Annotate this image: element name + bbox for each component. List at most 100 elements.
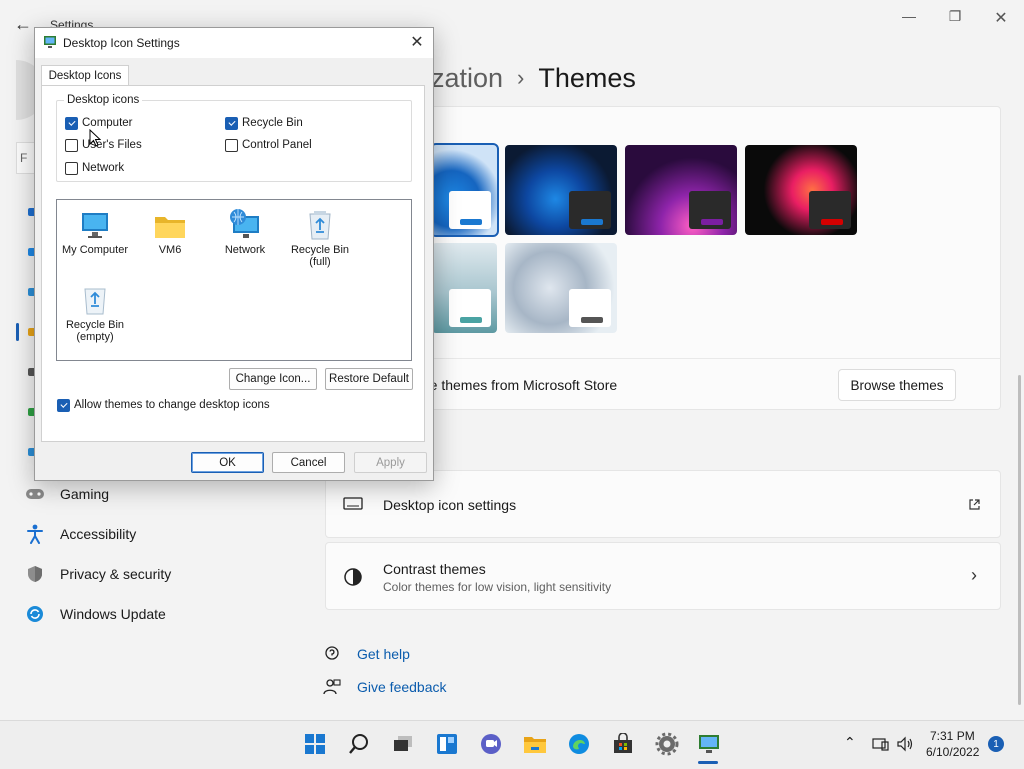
- shield-icon: [24, 563, 46, 585]
- chevron-up-icon[interactable]: ⌃: [844, 734, 856, 751]
- icon-label: My Computer: [61, 244, 129, 256]
- checkbox-label: Recycle Bin: [242, 117, 303, 129]
- clock-date[interactable]: 6/10/2022: [926, 745, 979, 759]
- breadcrumb-parent[interactable]: ization: [425, 63, 503, 94]
- windows-update-icon: [24, 603, 46, 625]
- checkbox-users-files[interactable]: User's Files: [65, 137, 142, 153]
- recycle-bin-empty-icon: [55, 281, 135, 315]
- recycle-bin-full-icon: [280, 206, 360, 240]
- task-view-icon[interactable]: [390, 731, 416, 757]
- group-label: Desktop icons: [64, 94, 143, 106]
- search-icon[interactable]: [346, 731, 372, 757]
- dialog-app-icon: [44, 36, 56, 48]
- chat-icon[interactable]: [478, 731, 504, 757]
- icon-item-recycle-bin-empty[interactable]: Recycle Bin (empty): [55, 281, 135, 343]
- icon-label: Recycle Bin (empty): [65, 319, 125, 344]
- sidebar-item-accessibility[interactable]: Accessibility: [24, 516, 314, 552]
- desktop-icon-settings-taskbar-icon[interactable]: [696, 731, 722, 757]
- checkbox-recycle-bin[interactable]: Recycle Bin: [225, 115, 303, 131]
- theme-thumbnail[interactable]: [505, 145, 617, 235]
- accessibility-icon: [24, 523, 46, 545]
- restore-button[interactable]: ❐: [932, 8, 978, 28]
- row-subtitle: Color themes for low vision, light sensi…: [383, 580, 612, 594]
- start-icon[interactable]: [302, 731, 328, 757]
- tab-desktop-icons[interactable]: Desktop Icons: [41, 65, 129, 86]
- get-help-link[interactable]: Get help: [357, 646, 410, 662]
- close-button[interactable]: ✕: [978, 8, 1024, 28]
- theme-accent-bar: [460, 219, 482, 225]
- browse-themes-button[interactable]: Browse themes: [838, 369, 956, 401]
- icon-item-my-computer[interactable]: My Computer: [55, 206, 135, 256]
- checkbox-control-panel[interactable]: Control Panel: [225, 137, 312, 153]
- checkbox-label: Allow themes to change desktop icons: [74, 399, 270, 411]
- external-link-icon: [969, 499, 980, 510]
- sidebar-item-privacy[interactable]: Privacy & security: [24, 556, 314, 592]
- icon-item-vm6[interactable]: VM6: [130, 206, 210, 256]
- theme-thumbnail[interactable]: [505, 243, 617, 333]
- checkbox-box[interactable]: [225, 138, 238, 152]
- theme-accent-bar: [821, 219, 843, 225]
- sidebar-item-label: Accessibility: [60, 526, 137, 542]
- scrollbar[interactable]: [1018, 375, 1021, 705]
- sidebar-item-gaming[interactable]: Gaming: [24, 476, 314, 512]
- sidebar-item-label: Gaming: [60, 486, 110, 502]
- restore-default-button[interactable]: Restore Default: [325, 368, 413, 390]
- contrast-icon: [344, 568, 362, 586]
- edge-icon[interactable]: [566, 731, 592, 757]
- help-icon: [325, 646, 339, 660]
- checkbox-allow-themes[interactable]: Allow themes to change desktop icons: [57, 397, 270, 413]
- settings-gear-icon[interactable]: [654, 731, 680, 757]
- theme-accent-bar: [581, 219, 603, 225]
- icon-label: Network: [224, 244, 266, 256]
- dialog-title: Desktop Icon Settings: [63, 36, 180, 50]
- theme-thumbnail[interactable]: [430, 143, 499, 237]
- icon-list[interactable]: My Computer VM6 Network Recycle Bin (ful…: [56, 199, 412, 361]
- network-tray-icon[interactable]: [872, 736, 890, 752]
- row-title: Desktop icon settings: [383, 497, 517, 513]
- checkbox-box[interactable]: [65, 116, 78, 130]
- checkbox-box[interactable]: [65, 138, 78, 152]
- checkbox-network[interactable]: Network: [65, 160, 124, 176]
- widgets-icon[interactable]: [434, 731, 460, 757]
- monitor-icon: [55, 206, 135, 240]
- theme-thumbnail[interactable]: [745, 145, 857, 235]
- mouse-cursor-icon: [89, 129, 101, 147]
- apply-button[interactable]: Apply: [354, 452, 427, 473]
- icon-label: Recycle Bin (full): [290, 244, 350, 269]
- checkbox-box[interactable]: [57, 398, 70, 412]
- checkbox-box[interactable]: [225, 116, 238, 130]
- dialog-titlebar[interactable]: Desktop Icon Settings ✕: [35, 28, 433, 58]
- checkbox-box[interactable]: [65, 161, 78, 175]
- desktop-icon: [343, 497, 363, 510]
- contrast-themes-row[interactable]: Contrast themes Color themes for low vis…: [325, 542, 1001, 610]
- give-feedback-link[interactable]: Give feedback: [357, 679, 447, 695]
- minimize-button[interactable]: —: [886, 8, 932, 28]
- store-icon[interactable]: [610, 731, 636, 757]
- feedback-icon: [323, 679, 341, 695]
- icon-item-recycle-bin-full[interactable]: Recycle Bin (full): [280, 206, 360, 268]
- notification-badge[interactable]: 1: [988, 736, 1004, 752]
- taskbar: [0, 720, 1024, 769]
- sidebar-item-label: Privacy & security: [60, 566, 172, 582]
- dialog-close-icon[interactable]: ✕: [405, 32, 429, 54]
- ok-button[interactable]: OK: [191, 452, 264, 473]
- icon-item-network[interactable]: Network: [205, 206, 285, 256]
- volume-icon[interactable]: [896, 736, 914, 752]
- change-icon-button[interactable]: Change Icon...: [229, 368, 317, 390]
- chevron-right-icon: ›: [517, 65, 525, 90]
- row-title: Contrast themes: [383, 561, 486, 577]
- network-globe-icon: [205, 206, 285, 240]
- checkbox-label: Control Panel: [242, 139, 312, 151]
- checkbox-label: Computer: [82, 117, 133, 129]
- clock-time[interactable]: 7:31 PM: [930, 729, 975, 743]
- file-explorer-icon[interactable]: [522, 731, 548, 757]
- gamepad-icon: [24, 483, 46, 505]
- back-arrow-icon[interactable]: ←: [14, 14, 32, 35]
- active-app-indicator: [698, 761, 718, 764]
- theme-thumbnail[interactable]: [432, 243, 497, 333]
- chevron-right-icon: ›: [971, 565, 977, 585]
- sidebar-item-windows-update[interactable]: Windows Update: [24, 596, 314, 632]
- sidebar-item-label: Windows Update: [60, 606, 166, 622]
- theme-thumbnail[interactable]: [625, 145, 737, 235]
- cancel-button[interactable]: Cancel: [272, 452, 345, 473]
